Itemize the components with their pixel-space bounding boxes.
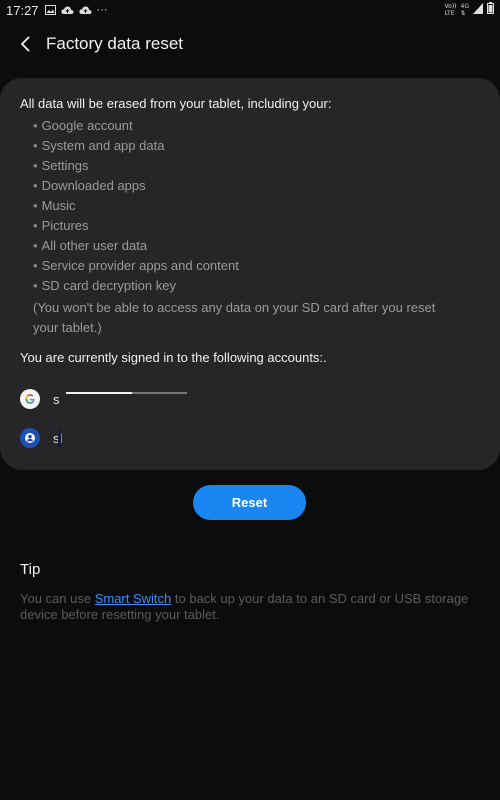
page-title: Factory data reset xyxy=(46,34,184,53)
back-button[interactable] xyxy=(6,26,46,62)
reset-button[interactable]: Reset xyxy=(193,485,306,520)
cloud-upload-icon-2 xyxy=(78,3,92,18)
erased-data-list: Google account System and app data Setti… xyxy=(33,116,239,296)
tip-text-prefix: You can use xyxy=(20,591,95,606)
erase-intro-text: All data will be erased from your tablet… xyxy=(20,96,332,111)
list-item: Service provider apps and content xyxy=(33,256,239,276)
list-item: Downloaded apps xyxy=(33,176,239,196)
info-card: All data will be erased from your tablet… xyxy=(0,78,500,470)
redaction-mark xyxy=(132,392,187,394)
more-notifications-icon: ··· xyxy=(96,4,108,16)
list-item: Settings xyxy=(33,156,239,176)
system-status-icons: Vo)) LTE 4G ⇅ xyxy=(445,2,494,17)
sd-card-note: (You won't be able to access any data on… xyxy=(33,300,436,335)
cloud-upload-icon xyxy=(60,3,74,18)
app-header: Factory data reset xyxy=(0,26,500,62)
notification-icons: ··· xyxy=(44,3,108,18)
smart-switch-link[interactable]: Smart Switch xyxy=(95,591,172,606)
list-item: All other user data xyxy=(33,236,239,256)
list-item: Google account xyxy=(33,116,239,136)
account-row-google: s xyxy=(20,387,60,411)
account-name: s xyxy=(53,391,60,407)
signed-in-accounts-label: You are currently signed in to the follo… xyxy=(20,350,327,365)
tip-heading: Tip xyxy=(20,561,41,578)
network-indicator: 4G ⇅ xyxy=(460,2,469,17)
list-item: SD card decryption key xyxy=(33,276,239,296)
google-icon xyxy=(20,389,40,409)
list-item: System and app data xyxy=(33,136,239,156)
battery-icon xyxy=(487,2,494,17)
list-item: Pictures xyxy=(33,216,239,236)
account-row-samsung: sl xyxy=(20,426,62,450)
signal-icon xyxy=(473,2,483,17)
samsung-account-icon xyxy=(20,428,40,448)
volte-indicator: Vo)) LTE xyxy=(444,2,457,17)
back-arrow-icon xyxy=(20,36,30,52)
redaction-mark xyxy=(58,430,61,448)
list-item: Music xyxy=(33,196,239,216)
tip-text: You can use Smart Switch to back up your… xyxy=(20,591,480,623)
status-bar: 17:27 ··· Vo)) LTE 4G ⇅ xyxy=(0,0,500,20)
gallery-icon xyxy=(44,3,56,18)
status-time: 17:27 xyxy=(6,2,39,18)
redaction-mark xyxy=(66,392,132,394)
